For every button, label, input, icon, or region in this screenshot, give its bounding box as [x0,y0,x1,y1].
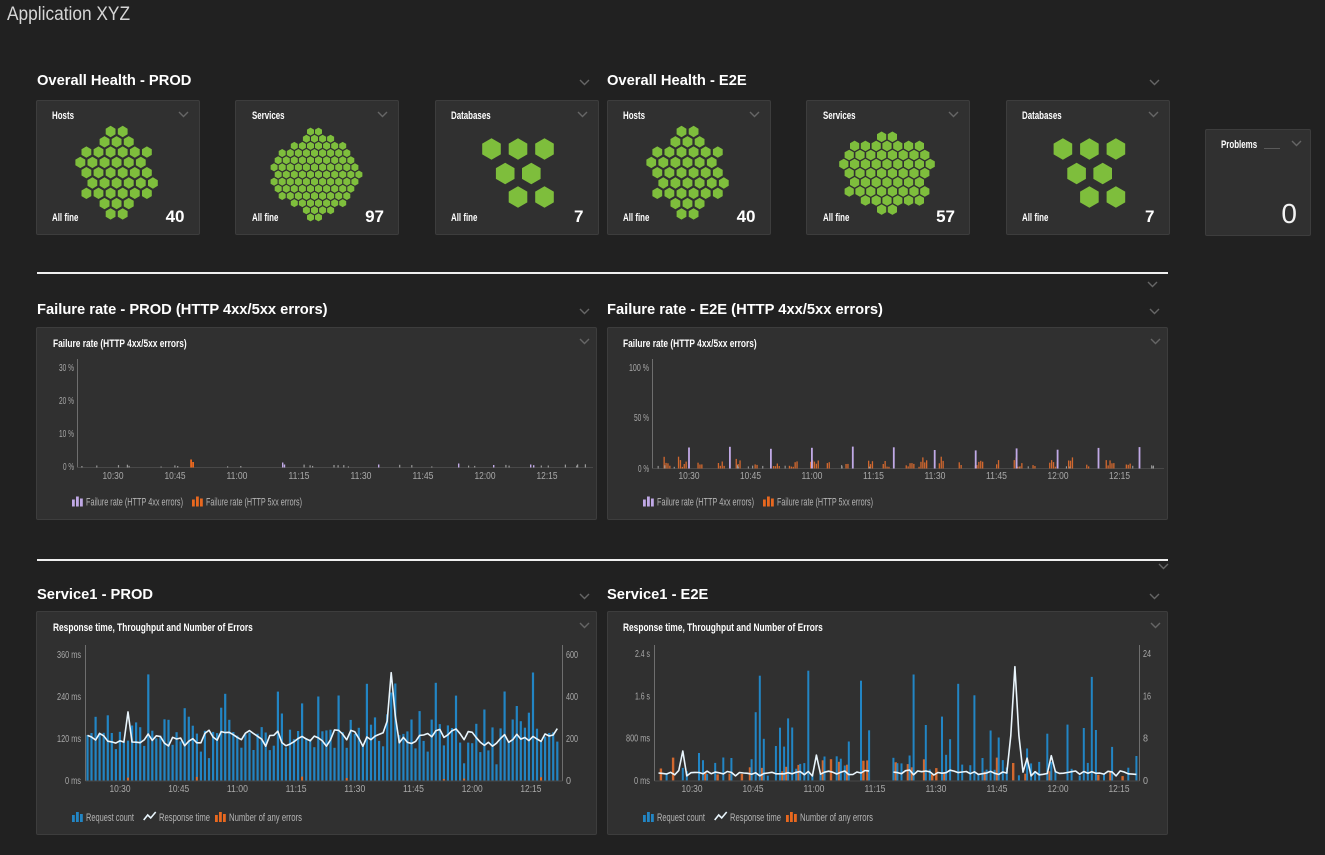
svg-text:11:45: 11:45 [403,784,424,795]
svg-text:100 %: 100 % [629,363,649,374]
svg-text:400: 400 [566,692,578,703]
svg-text:1.6 s: 1.6 s [635,691,650,702]
svg-text:11:15: 11:15 [863,471,884,482]
svg-text:12:00: 12:00 [462,784,483,795]
svg-text:800 ms: 800 ms [626,733,650,744]
svg-text:50 %: 50 % [634,413,649,424]
svg-text:0 ms: 0 ms [65,776,81,787]
svg-text:11:30: 11:30 [351,471,372,482]
svg-text:10:30: 10:30 [110,784,131,795]
svg-text:Response time: Response time [730,812,781,824]
svg-text:11:30: 11:30 [925,784,946,795]
svg-text:12:15: 12:15 [520,784,541,795]
svg-text:Response time: Response time [159,812,210,824]
svg-text:10:45: 10:45 [742,784,763,795]
svg-text:0 %: 0 % [638,464,649,475]
svg-text:10:45: 10:45 [740,471,761,482]
svg-text:Number of any errors: Number of any errors [800,812,873,824]
svg-text:12:00: 12:00 [1047,784,1068,795]
svg-text:2.4 s: 2.4 s [635,649,650,660]
svg-text:Request count: Request count [86,812,134,824]
svg-text:12:15: 12:15 [1108,784,1129,795]
svg-text:11:15: 11:15 [286,784,307,795]
svg-text:11:15: 11:15 [864,784,885,795]
svg-text:24: 24 [1143,649,1151,660]
svg-text:11:15: 11:15 [289,471,310,482]
svg-text:0: 0 [1143,775,1148,786]
svg-text:12:00: 12:00 [475,471,496,482]
svg-text:Request count: Request count [657,812,705,824]
svg-text:11:30: 11:30 [344,784,365,795]
svg-text:16: 16 [1143,691,1151,702]
svg-text:11:00: 11:00 [227,784,248,795]
svg-text:11:45: 11:45 [413,471,434,482]
svg-text:10 %: 10 % [59,429,74,440]
svg-text:0: 0 [566,776,571,787]
svg-text:Failure rate (HTTP 5xx errors): Failure rate (HTTP 5xx errors) [777,497,873,509]
svg-text:20 %: 20 % [59,396,74,407]
svg-text:11:00: 11:00 [803,784,824,795]
svg-text:Failure rate (HTTP 5xx errors): Failure rate (HTTP 5xx errors) [206,497,302,509]
svg-text:0 %: 0 % [63,462,74,473]
svg-text:360 ms: 360 ms [57,650,81,661]
svg-text:Number of any errors: Number of any errors [229,812,302,824]
svg-text:10:30: 10:30 [681,784,702,795]
svg-text:11:45: 11:45 [986,471,1007,482]
svg-text:200: 200 [566,734,578,745]
svg-text:11:45: 11:45 [986,784,1007,795]
svg-text:30 %: 30 % [59,363,74,374]
svg-text:Failure rate (HTTP 4xx errors): Failure rate (HTTP 4xx errors) [86,497,183,509]
svg-text:8: 8 [1143,733,1148,744]
svg-text:240 ms: 240 ms [57,692,81,703]
svg-text:11:00: 11:00 [227,471,248,482]
svg-text:10:30: 10:30 [678,471,699,482]
svg-text:120 ms: 120 ms [57,734,81,745]
svg-text:Failure rate (HTTP 4xx errors): Failure rate (HTTP 4xx errors) [657,497,754,509]
svg-text:600: 600 [566,650,578,661]
svg-text:10:30: 10:30 [103,471,124,482]
svg-text:11:00: 11:00 [801,471,822,482]
svg-text:0 ms: 0 ms [634,775,650,786]
svg-text:10:45: 10:45 [168,784,189,795]
svg-text:12:15: 12:15 [1109,471,1130,482]
svg-text:12:15: 12:15 [537,471,558,482]
svg-text:12:00: 12:00 [1047,471,1068,482]
svg-text:11:30: 11:30 [924,471,945,482]
svg-text:10:45: 10:45 [165,471,186,482]
